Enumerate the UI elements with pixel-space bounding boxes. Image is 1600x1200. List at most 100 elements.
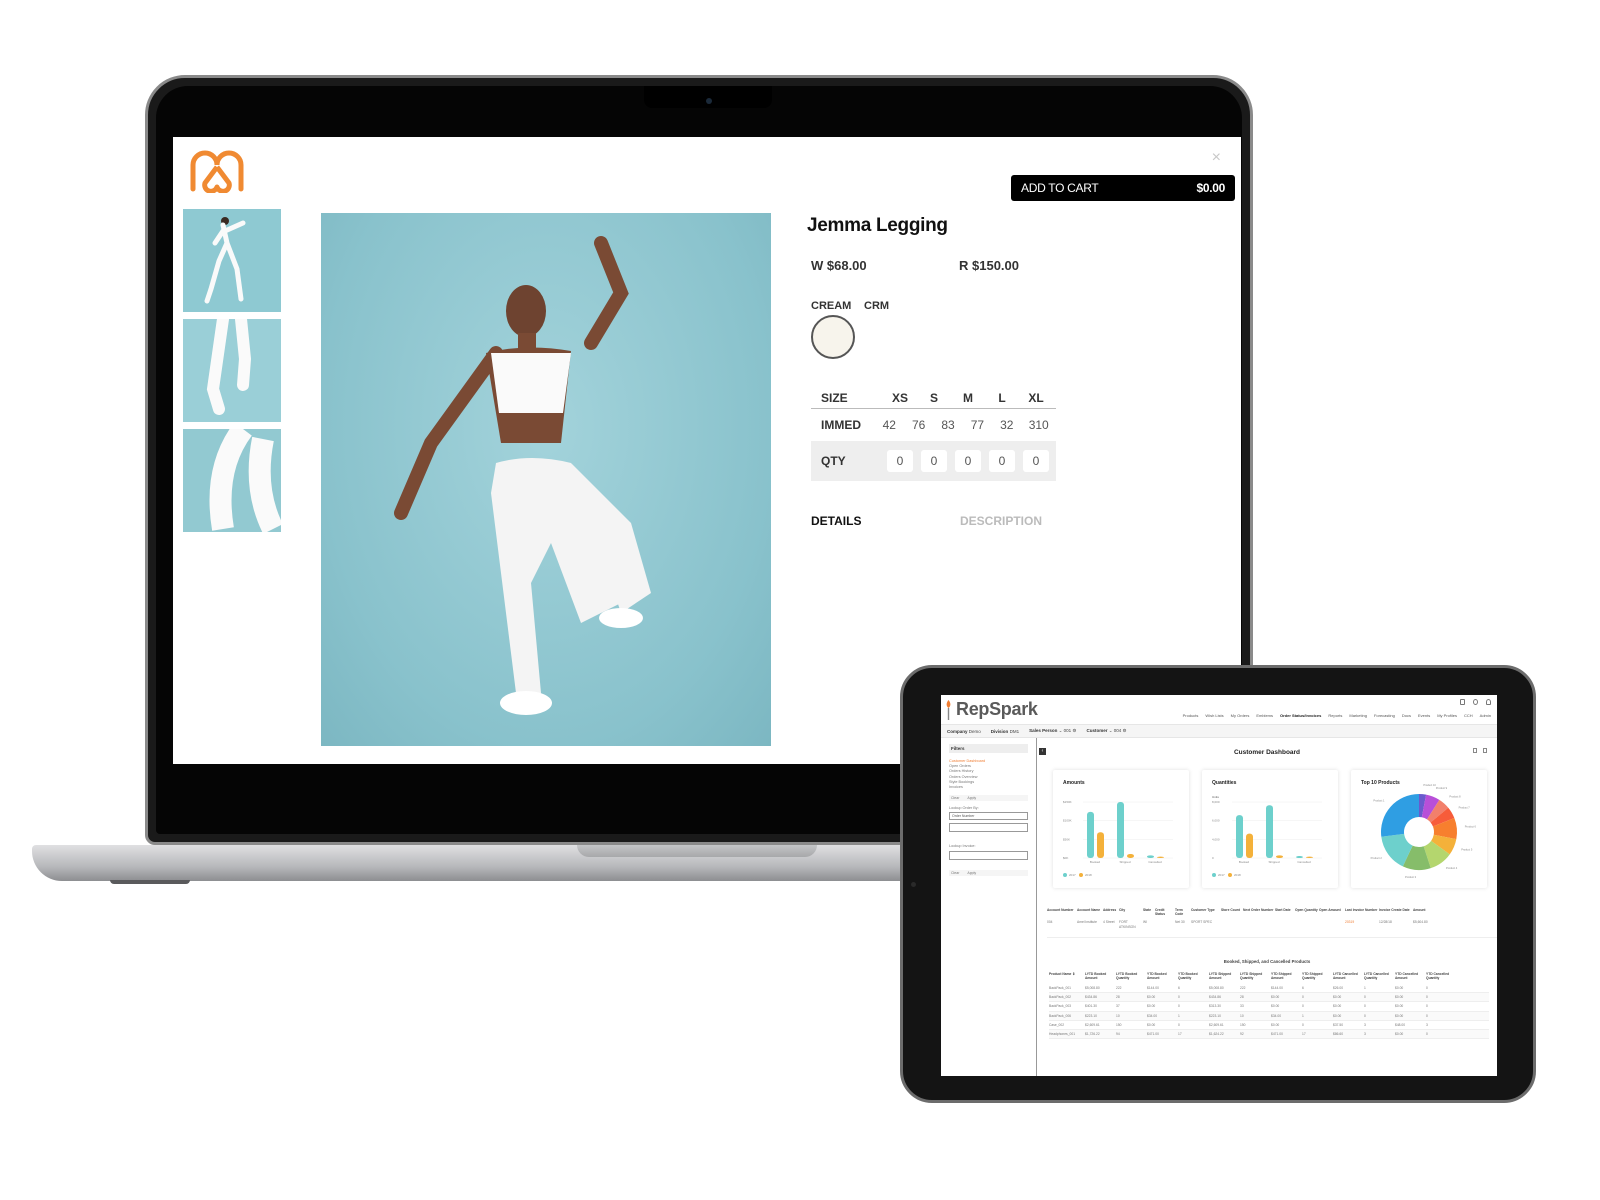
column-header-ytd-booked-amount[interactable]: YTD Booked Amount <box>1147 972 1178 980</box>
nav-reports[interactable]: Reports <box>1328 713 1342 718</box>
gear-icon[interactable]: ⚙ <box>1123 728 1127 733</box>
column-header-start-date[interactable]: Start Date <box>1275 908 1295 916</box>
email-icon[interactable] <box>1483 748 1487 753</box>
amounts-bar-2018-shipped[interactable] <box>1127 854 1134 858</box>
nav-cch[interactable]: CCH <box>1464 713 1473 718</box>
column-header-lytd-booked-amount[interactable]: LYTD Booked Amount <box>1085 972 1116 980</box>
table-cell <box>1155 920 1175 928</box>
amounts-bar-2018-cancelled[interactable] <box>1157 856 1164 858</box>
qty-input-s[interactable]: 0 <box>921 450 947 472</box>
nav-forecasting[interactable]: Forecasting <box>1374 713 1395 718</box>
quantities-bar-2018-booked[interactable] <box>1246 833 1253 858</box>
lookup-order-label: Lookup Order By: <box>949 806 979 811</box>
column-header-product-name[interactable]: Product Name ⇕ <box>1049 972 1085 980</box>
lookup-invoice-input[interactable] <box>949 851 1028 861</box>
nav-emblems[interactable]: Emblems <box>1256 713 1273 718</box>
table-cell: $434.86 <box>1209 995 1221 1000</box>
column-header-last-invoice-number[interactable]: Last Invoice Number <box>1345 908 1379 916</box>
column-header-invoice-create-date[interactable]: Invoice Create Date <box>1379 908 1413 916</box>
nav-docs[interactable]: Docs <box>1402 713 1411 718</box>
tab-description[interactable]: DESCRIPTION <box>960 514 1042 528</box>
donut-slice-product-1[interactable] <box>1381 794 1419 837</box>
quantities-bar-2018-cancelled[interactable] <box>1306 856 1313 858</box>
thumbnail-3[interactable] <box>183 429 281 532</box>
column-header-open-amount[interactable]: Open Amount <box>1319 908 1345 916</box>
column-header-ytd-cancelled-amount[interactable]: YTD Cancelled Amount <box>1395 972 1426 980</box>
column-header-account-number[interactable]: Account Number <box>1047 908 1077 916</box>
column-header-term-code[interactable]: Term Code <box>1175 908 1191 916</box>
thumbnail-2[interactable] <box>183 319 281 422</box>
column-header-amount[interactable]: Amount <box>1413 908 1433 916</box>
column-header-ytd-booked-quantity[interactable]: YTD Booked Quantity <box>1178 972 1209 980</box>
quantities-bar-2017-cancelled[interactable] <box>1296 856 1303 858</box>
quantities-bar-2018-shipped[interactable] <box>1276 855 1283 858</box>
column-header-lytd-cancelled-amount[interactable]: LYTD Cancelled Amount <box>1333 972 1364 980</box>
lookup-clear-button[interactable]: Clear <box>951 871 959 875</box>
clear-button[interactable]: Clear <box>951 796 959 800</box>
donut-label: Product 5 <box>1461 847 1473 851</box>
add-to-cart-button[interactable]: ADD TO CART $0.00 <box>1011 175 1235 201</box>
table-cell: $1,726.22 <box>1085 1031 1100 1036</box>
column-header-address[interactable]: Address <box>1103 908 1119 916</box>
amounts-bar-2017-cancelled[interactable] <box>1147 855 1154 858</box>
document-icon[interactable] <box>1460 699 1465 705</box>
nav-admin[interactable]: Admin <box>1480 713 1491 718</box>
table-cell: Headphones_001 <box>1049 1031 1076 1036</box>
column-header-open-quantity[interactable]: Open Quantity <box>1295 908 1319 916</box>
nav-events[interactable]: Events <box>1418 713 1430 718</box>
column-header-ytd-shipped-amount[interactable]: YTD Shipped Amount <box>1271 972 1302 980</box>
apply-button[interactable]: Apply <box>967 796 976 800</box>
quantities-bar-2017-booked[interactable] <box>1236 815 1243 858</box>
qty-input-xs[interactable]: 0 <box>887 450 913 472</box>
column-header-ytd-cancelled-quantity[interactable]: YTD Cancelled Quantity <box>1426 972 1457 980</box>
column-header-lytd-shipped-quantity[interactable]: LYTD Shipped Quantity <box>1240 972 1271 980</box>
nav-order-status-invoices[interactable]: Order Status/Invoices <box>1280 713 1321 718</box>
table-cell: $48.00 <box>1395 1022 1406 1027</box>
lookup-order-select[interactable]: Order Number <box>949 812 1028 821</box>
export-icon[interactable] <box>1473 748 1477 753</box>
division-selector[interactable]: Division DM1 <box>991 729 1019 734</box>
column-header-customer-type[interactable]: Customer Type <box>1191 908 1221 916</box>
column-header-account-name[interactable]: Account Name <box>1077 908 1103 916</box>
color-swatch-cream[interactable] <box>811 315 855 359</box>
amounts-bar-2018-booked[interactable] <box>1097 832 1104 858</box>
amounts-bar-2017-booked[interactable] <box>1087 811 1094 858</box>
qty-input-l[interactable]: 0 <box>989 450 1015 472</box>
company-selector[interactable]: Company Demo <box>947 729 981 734</box>
lookup-apply-button[interactable]: Apply <box>967 871 976 875</box>
column-header-lytd-booked-quantity[interactable]: LYTD Booked Quantity <box>1116 972 1147 980</box>
thumbnail-1[interactable] <box>183 209 281 312</box>
nav-wish-lists[interactable]: Wish Lists <box>1205 713 1223 718</box>
repspark-logo[interactable]: RepSpark <box>945 699 1038 720</box>
lookup-order-input[interactable] <box>949 823 1028 833</box>
filter-invoices[interactable]: Invoices <box>949 785 1028 790</box>
nav-my-orders[interactable]: My Orders <box>1231 713 1250 718</box>
tab-details[interactable]: DETAILS <box>811 514 861 528</box>
customer-selector[interactable]: Customer ⌄ 004 ⚙ <box>1086 728 1126 734</box>
column-header-store-count[interactable]: Store Count <box>1221 908 1243 916</box>
salesperson-selector[interactable]: Sales Person ⌄ 001 ⚙ <box>1029 728 1076 734</box>
close-icon[interactable]: × <box>1212 149 1221 167</box>
brand-logo[interactable] <box>187 147 247 193</box>
size-xs: XS <box>891 390 908 405</box>
gear-icon[interactable]: ⚙ <box>1072 728 1076 733</box>
qty-input-m[interactable]: 0 <box>955 450 981 472</box>
column-header-city[interactable]: City <box>1119 908 1143 916</box>
nav-marketing[interactable]: Marketing <box>1349 713 1367 718</box>
quantities-bar-2017-shipped[interactable] <box>1266 805 1273 858</box>
qty-input-xl[interactable]: 0 <box>1023 450 1049 472</box>
column-header-lytd-cancelled-quantity[interactable]: LYTD Cancelled Quantity <box>1364 972 1395 980</box>
column-header-ytd-shipped-quantity[interactable]: YTD Shipped Quantity <box>1302 972 1333 980</box>
column-header-credit-status[interactable]: Credit Status <box>1155 908 1175 916</box>
column-header-lytd-shipped-amount[interactable]: LYTD Shipped Amount <box>1209 972 1240 980</box>
last-invoice-link[interactable]: 20319 <box>1345 920 1379 928</box>
column-header-next-order-number[interactable]: Next Order Number <box>1243 908 1275 916</box>
amounts-bar-2017-shipped[interactable] <box>1117 802 1124 858</box>
user-icon[interactable] <box>1486 699 1491 705</box>
main-nav: Products Wish Lists My Orders Emblems Order … <box>1183 713 1491 718</box>
help-icon[interactable] <box>1473 699 1478 705</box>
column-header-state[interactable]: State <box>1143 908 1155 916</box>
product-main-image[interactable] <box>321 213 771 746</box>
nav-my-profiles[interactable]: My Profiles <box>1437 713 1457 718</box>
nav-products[interactable]: Products <box>1183 713 1199 718</box>
